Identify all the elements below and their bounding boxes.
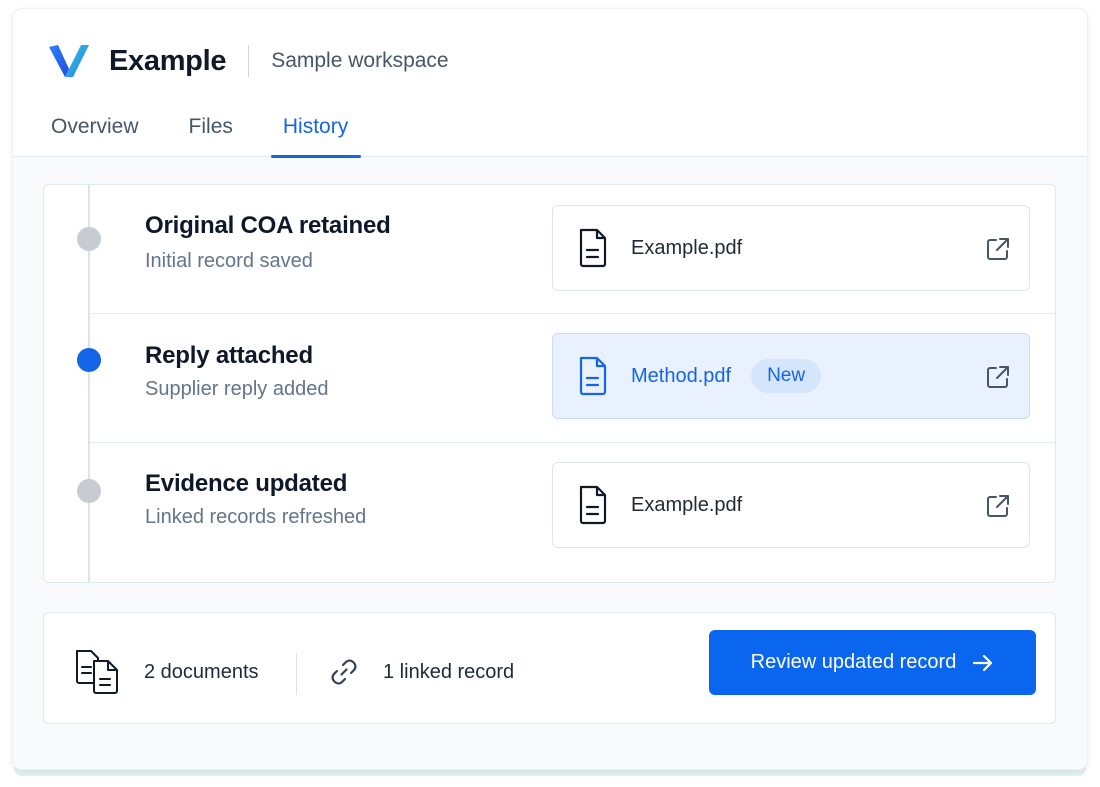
tab-files[interactable]: Files	[189, 109, 233, 157]
event-subtitle: Supplier reply added	[145, 378, 329, 400]
event-title: Reply attached	[145, 342, 313, 369]
timeline-dot	[77, 479, 101, 503]
linked-stat: 1 linked record	[329, 657, 514, 687]
external-link-icon[interactable]	[985, 493, 1011, 519]
new-badge: New	[751, 359, 822, 393]
timeline-event: Reply attached Supplier reply added Meth…	[44, 314, 1055, 443]
event-title: Evidence updated	[145, 470, 348, 497]
file-attachment[interactable]: Method.pdf New	[552, 333, 1030, 419]
history-card: Example Sample workspace Overview Files …	[12, 8, 1088, 770]
external-link-icon[interactable]	[985, 236, 1011, 262]
file-name: Example.pdf	[631, 236, 743, 259]
review-updated-record-button[interactable]: Review updated record	[709, 630, 1036, 695]
file-name: Example.pdf	[631, 493, 743, 516]
event-title: Original COA retained	[145, 212, 391, 239]
documents-stat: 2 documents	[74, 649, 259, 695]
file-attachment[interactable]: Example.pdf	[552, 462, 1030, 548]
tab-history[interactable]: History	[270, 109, 362, 158]
summary-footer: 2 documents 1 linked record Review updat…	[43, 612, 1056, 724]
header: Example Sample workspace Overview Files …	[13, 9, 1087, 158]
brand-name: Example	[109, 44, 227, 77]
timeline-dot-active	[77, 348, 101, 372]
document-icon	[579, 228, 607, 268]
timeline-dot	[77, 227, 101, 251]
timeline-event: Evidence updated Linked records refreshe…	[44, 443, 1055, 582]
brand-divider	[248, 45, 250, 77]
timeline-event: Original COA retained Initial record sav…	[44, 185, 1055, 314]
linked-count: 1 linked record	[383, 660, 515, 683]
event-subtitle: Initial record saved	[145, 250, 313, 272]
workspace-name: Sample workspace	[271, 49, 449, 72]
footer-divider	[296, 653, 297, 695]
logo-icon	[49, 45, 89, 77]
link-icon	[331, 659, 357, 685]
file-attachment[interactable]: Example.pdf	[552, 205, 1030, 291]
brand: Example Sample workspace	[47, 41, 449, 81]
arrow-right-icon	[973, 654, 993, 671]
history-timeline: Original COA retained Initial record sav…	[43, 184, 1056, 583]
tab-bar: Overview Files History	[51, 109, 398, 158]
documents-icon	[76, 650, 118, 694]
file-name: Method.pdf	[631, 364, 732, 387]
cta-label: Review updated record	[750, 651, 957, 673]
document-icon	[579, 356, 607, 396]
tab-overview[interactable]: Overview	[51, 109, 139, 157]
document-icon	[579, 485, 607, 525]
event-subtitle: Linked records refreshed	[145, 506, 367, 528]
external-link-icon[interactable]	[985, 364, 1011, 390]
documents-count: 2 documents	[144, 660, 259, 683]
